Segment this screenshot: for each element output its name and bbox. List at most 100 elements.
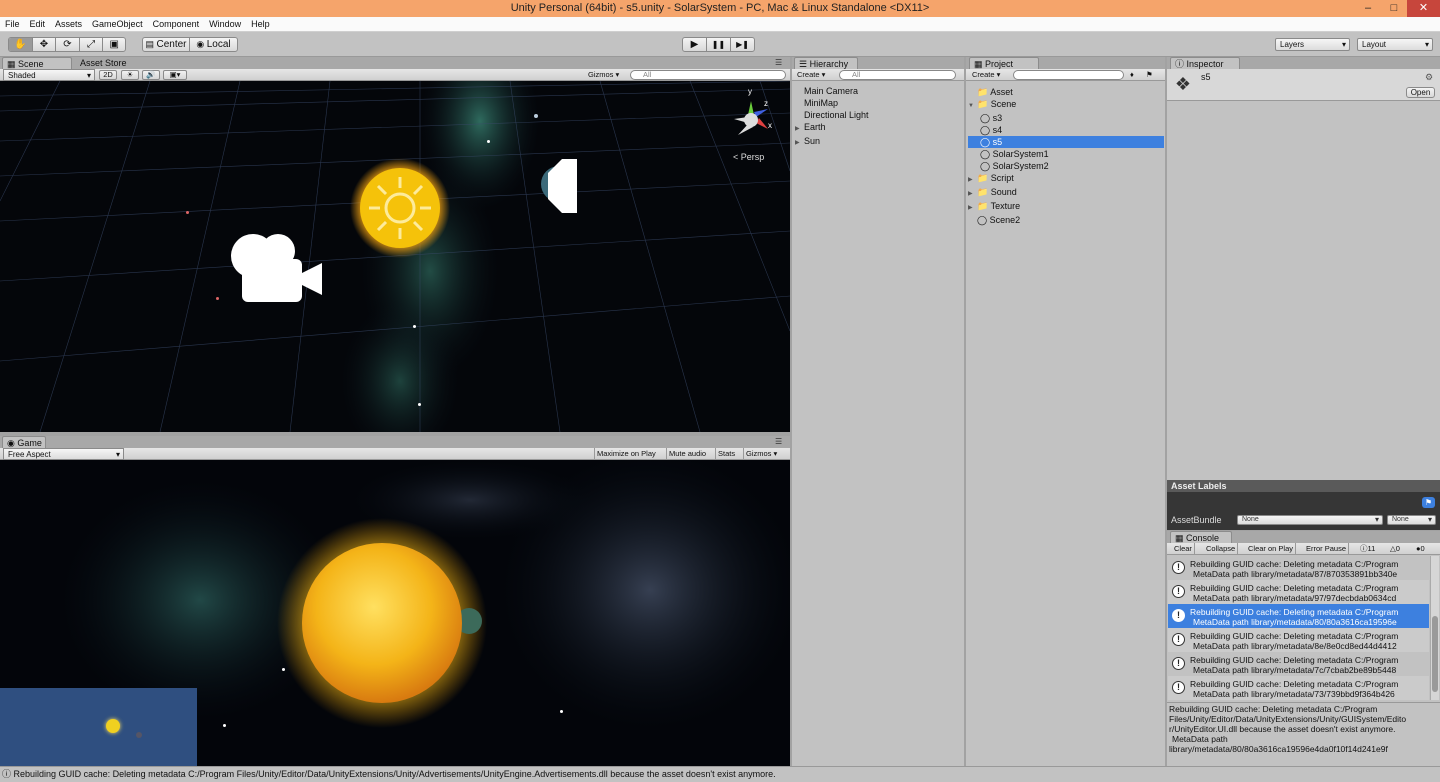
layout-dropdown[interactable]: Layout <box>1357 38 1433 51</box>
console-log-entry-selected[interactable]: ! Rebuilding GUID cache: Deleting metadat… <box>1168 604 1429 628</box>
pivot-local-button[interactable]: ◉ Local <box>190 38 237 51</box>
hierarchy-create-dropdown[interactable]: Create ▾ <box>797 69 825 80</box>
play-button[interactable]: ▶ <box>683 38 707 51</box>
panel-menu-icon[interactable]: ☰ <box>775 58 782 67</box>
game-gizmos-dropdown[interactable]: Gizmos ▾ <box>743 448 779 459</box>
filter-label-icon[interactable]: ⚑ <box>1146 69 1153 80</box>
menu-edit[interactable]: Edit <box>25 17 51 31</box>
tab-game[interactable]: ◉ Game <box>2 436 46 448</box>
expand-arrow-icon[interactable]: ▶ <box>795 123 804 135</box>
stats-toggle[interactable]: Stats <box>715 448 737 459</box>
console-error-filter[interactable]: ●0 <box>1416 543 1425 554</box>
tab-asset-store[interactable]: Asset Store <box>76 57 146 69</box>
project-item-texture[interactable]: ▶ 📁 Texture <box>968 200 1164 214</box>
menu-window[interactable]: Window <box>204 17 246 31</box>
layers-dropdown[interactable]: Layers <box>1275 38 1350 51</box>
console-info-filter[interactable]: ⓘ11 <box>1360 543 1375 554</box>
game-panel-menu-icon[interactable]: ☰ <box>775 437 782 446</box>
shading-dropdown[interactable]: Shaded <box>3 69 95 81</box>
hand-icon[interactable]: ✋ <box>9 38 33 51</box>
console-log-entry[interactable]: ! Rebuilding GUID cache: Deleting metadat… <box>1168 556 1429 580</box>
collapse-arrow-icon[interactable]: ▼ <box>968 100 977 112</box>
pivot-center-button[interactable]: ▤ Center <box>143 38 191 51</box>
console-log-entry[interactable]: ! Rebuilding GUID cache: Deleting metadat… <box>1168 628 1429 652</box>
tab-inspector[interactable]: ⓘ Inspector <box>1170 57 1240 69</box>
hierarchy-item-minimap[interactable]: MiniMap <box>795 97 963 109</box>
tab-project[interactable]: ▦ Project <box>969 57 1039 69</box>
hierarchy-item-sun[interactable]: ▶ Sun <box>795 135 963 149</box>
scene-gizmos-dropdown[interactable]: Gizmos ▾ <box>588 69 619 80</box>
asset-labels-header[interactable]: Asset Labels <box>1167 480 1440 492</box>
project-item-sound[interactable]: ▶ 📁 Sound <box>968 186 1164 200</box>
hierarchy-search-input[interactable]: All <box>839 70 956 80</box>
project-item-solarsystem2[interactable]: ◯ SolarSystem2 <box>968 160 1164 172</box>
project-item-s4[interactable]: ◯ s4 <box>968 124 1164 136</box>
filter-type-icon[interactable]: ♦ <box>1130 69 1134 80</box>
console-clear-button[interactable]: Clear <box>1172 543 1195 554</box>
project-item-s3[interactable]: ◯ s3 <box>968 112 1164 124</box>
folder-icon: 📁 <box>977 173 989 183</box>
close-button[interactable]: ✕ <box>1407 0 1440 17</box>
mode-2d-toggle[interactable]: 2D <box>99 70 117 80</box>
console-collapse-button[interactable]: Collapse <box>1204 543 1239 554</box>
console-log-entry[interactable]: ! Rebuilding GUID cache: Deleting metadat… <box>1168 580 1429 604</box>
console-warning-filter[interactable]: △0 <box>1390 543 1400 554</box>
project-item-asset[interactable]: 📁 Asset <box>968 86 1164 98</box>
scene-search-input[interactable]: All <box>630 70 786 80</box>
console-error-pause-toggle[interactable]: Error Pause <box>1304 543 1350 554</box>
move-icon[interactable]: ✥ <box>33 38 57 51</box>
menu-file[interactable]: File <box>0 17 25 31</box>
project-item-script[interactable]: ▶ 📁 Script <box>968 172 1164 186</box>
pause-button[interactable]: ❚❚ <box>707 38 731 51</box>
rotate-icon[interactable]: ⟳ <box>56 38 80 51</box>
open-button[interactable]: Open <box>1406 87 1435 98</box>
menu-assets[interactable]: Assets <box>50 17 87 31</box>
project-item-scene-folder[interactable]: ▼ 📁 Scene <box>968 98 1164 112</box>
settings-gear-icon[interactable]: ⚙ <box>1425 72 1433 83</box>
asset-bundle-dropdown[interactable]: None <box>1237 515 1383 525</box>
console-clear-on-play-toggle[interactable]: Clear on Play <box>1246 543 1297 554</box>
console-log-entry[interactable]: ! Rebuilding GUID cache: Deleting metadat… <box>1168 676 1429 700</box>
hierarchy-item-earth[interactable]: ▶ Earth <box>795 121 963 135</box>
rect-icon[interactable]: ▣ <box>103 38 125 51</box>
label-tag-icon[interactable]: ⚑ <box>1422 497 1435 508</box>
expand-arrow-icon[interactable]: ▶ <box>968 174 977 186</box>
lighting-toggle-icon[interactable]: ☀ <box>121 70 139 80</box>
scale-icon[interactable]: ⤢ <box>80 38 104 51</box>
menu-gameobject[interactable]: GameObject <box>87 17 148 31</box>
console-scrollbar-thumb[interactable] <box>1432 616 1438 692</box>
console-log-entry[interactable]: ! Rebuilding GUID cache: Deleting metadat… <box>1168 652 1429 676</box>
asset-variant-dropdown[interactable]: None <box>1387 515 1436 525</box>
project-search-input[interactable] <box>1013 70 1124 80</box>
tab-hierarchy[interactable]: ☰ Hierarchy <box>794 57 858 69</box>
tab-console[interactable]: ▦ Console <box>1170 531 1232 543</box>
aspect-dropdown[interactable]: Free Aspect <box>3 448 124 460</box>
mute-audio-toggle[interactable]: Mute audio <box>666 448 708 459</box>
warning-count: 0 <box>1395 544 1400 553</box>
perspective-label[interactable]: < Persp <box>733 152 764 162</box>
project-item-scene2[interactable]: ◯ Scene2 <box>968 214 1164 226</box>
menu-component[interactable]: Component <box>148 17 205 31</box>
hierarchy-item-main-camera[interactable]: Main Camera <box>795 85 963 97</box>
hierarchy-label-minimap: MiniMap <box>804 98 839 108</box>
expand-arrow-icon[interactable]: ▶ <box>968 188 977 200</box>
project-create-dropdown[interactable]: Create ▾ <box>972 69 1000 80</box>
console-scrollbar[interactable] <box>1430 556 1439 700</box>
tab-scene[interactable]: ▦ Scene <box>2 57 72 69</box>
minimize-button[interactable]: – <box>1355 0 1381 17</box>
scene-viewport[interactable]: y x z < Persp <box>0 81 790 432</box>
game-viewport[interactable] <box>0 460 790 766</box>
expand-arrow-icon[interactable]: ▶ <box>795 137 804 149</box>
audio-toggle-icon[interactable]: 🔊 <box>142 70 160 80</box>
status-bar[interactable]: ⓘ Rebuilding GUID cache: Deleting metada… <box>0 766 1440 782</box>
project-item-s5[interactable]: ◯ s5 <box>968 136 1164 148</box>
menu-help[interactable]: Help <box>246 17 275 31</box>
effects-dropdown-icon[interactable]: ▣▾ <box>163 70 187 80</box>
hierarchy-item-directional-light[interactable]: Directional Light <box>795 109 963 121</box>
expand-arrow-icon[interactable]: ▶ <box>968 202 977 214</box>
scene-orientation-gizmo[interactable]: y x z <box>728 87 778 141</box>
step-button[interactable]: ▶❚ <box>731 38 754 51</box>
maximize-button[interactable]: □ <box>1381 0 1407 17</box>
maximize-on-play-toggle[interactable]: Maximize on Play <box>594 448 658 459</box>
project-item-solarsystem1[interactable]: ◯ SolarSystem1 <box>968 148 1164 160</box>
